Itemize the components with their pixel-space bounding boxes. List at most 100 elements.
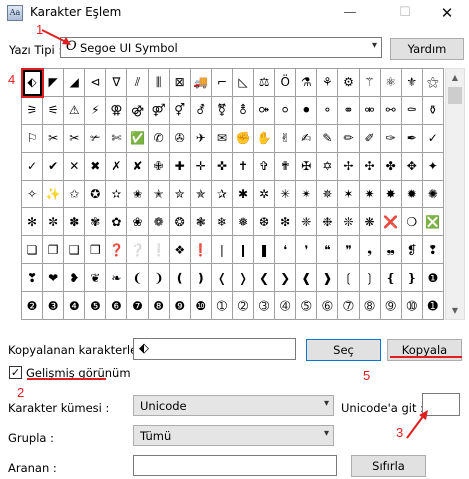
character-cell[interactable]: ✎ [317,124,339,153]
character-cell[interactable]: ✢ [338,152,360,181]
character-cell[interactable]: ◢ [64,69,86,97]
copy-characters-input[interactable]: ⬖ [133,338,296,360]
character-cell[interactable]: ✰ [211,180,233,209]
character-cell[interactable]: ⚭ [338,96,360,125]
character-cell[interactable]: ⚛ [380,69,402,97]
character-cell[interactable]: ❅ [232,208,255,237]
character-cell[interactable]: ❔ [127,236,149,265]
close-button[interactable]: ✕ [424,0,469,26]
character-cell[interactable]: ⚨ [232,96,255,125]
character-cell[interactable]: ⚜ [401,69,423,97]
character-cell[interactable]: ❷ [22,292,44,321]
character-cell[interactable]: ✍ [296,124,318,153]
character-cell[interactable]: ❎ [422,208,444,237]
character-cell[interactable]: ➃ [275,292,297,321]
character-cell[interactable]: ❺ [85,292,107,321]
character-cell[interactable]: ❤ [43,264,65,293]
character-cell[interactable]: ❽ [148,292,170,321]
character-cell[interactable]: ✚ [169,152,191,181]
character-cell[interactable]: ⚐ [22,124,44,153]
character-cell[interactable]: ❨ [127,264,149,293]
character-cell[interactable]: ✘ [127,152,149,181]
character-cell[interactable]: ➀ [211,292,233,321]
charset-select[interactable]: Unicode ▾ [133,395,334,416]
character-cell[interactable]: ❘ [211,236,233,265]
character-cell[interactable]: ✭ [148,180,170,209]
character-cell[interactable]: ⫼ [148,69,170,97]
character-cell[interactable]: ⚖ [254,69,276,97]
character-cell[interactable]: ∇ [106,69,128,97]
character-cell[interactable]: ⚤ [148,96,170,125]
character-cell[interactable]: ➈ [380,292,402,321]
help-button[interactable]: Yardım [390,38,464,60]
character-cell[interactable]: ➊ [422,292,444,321]
grid-scrollbar[interactable]: ▲ ▼ [445,68,465,320]
character-cell[interactable]: ⚝ [422,69,444,97]
character-cell[interactable]: ⚩ [254,96,276,125]
character-cell[interactable]: ✖ [85,152,107,181]
character-cell[interactable]: ✏ [338,124,360,153]
character-cell[interactable]: ⫽ [127,69,149,97]
character-cell[interactable]: ❒ [85,236,107,265]
character-cell[interactable]: ❿ [190,292,212,321]
character-cell[interactable]: ❦ [85,264,107,293]
character-cell[interactable]: ⚡ [85,96,107,125]
character-cell[interactable]: ✓ [422,124,444,153]
character-cell[interactable]: ✟ [275,152,297,181]
chevron-down-icon[interactable]: ▾ [324,398,329,409]
character-cell[interactable]: ❹ [64,292,86,321]
character-cell[interactable]: ❴ [380,264,402,293]
character-cell[interactable]: ⚮ [359,96,381,125]
character-cell[interactable]: ✑ [380,124,402,153]
character-cell[interactable]: ❛ [275,236,297,265]
character-cell[interactable]: ❶ [422,264,444,293]
character-cell[interactable]: ❓ [106,236,128,265]
character-cell[interactable]: ✡ [317,152,339,181]
character-cell[interactable]: ❸ [43,292,65,321]
character-cell[interactable]: ❊ [338,208,360,237]
character-cell[interactable]: ✈ [190,124,212,153]
character-cell[interactable]: ✾ [85,208,107,237]
search-input[interactable] [133,455,337,476]
character-cell[interactable]: ✤ [380,152,402,181]
character-cell[interactable]: ⚫ [296,96,318,125]
font-select[interactable]: O Segoe UI Symbol ▾ [60,37,382,58]
character-cell[interactable]: ❮ [254,264,276,293]
character-cell[interactable]: ✄ [106,124,128,153]
character-cell[interactable]: ❗ [190,236,212,265]
character-cell[interactable]: ❯ [275,264,297,293]
character-cell[interactable]: ➂ [254,292,276,321]
character-cell[interactable]: ⊠ [169,69,191,97]
character-cell[interactable]: ⚞ [22,96,44,125]
character-cell[interactable]: ✨ [43,180,65,209]
character-cell[interactable]: ❖ [169,236,191,265]
character-cell[interactable]: ✓ [22,152,44,181]
character-cell[interactable]: ✣ [359,152,381,181]
character-cell[interactable]: ❞ [338,236,360,265]
character-cell[interactable]: ❾ [169,292,191,321]
character-cell[interactable]: ✜ [211,152,233,181]
character-cell[interactable]: ⚗ [296,69,318,97]
character-cell[interactable]: ✔ [43,152,65,181]
character-cell[interactable]: ❡ [401,236,423,265]
character-cell[interactable]: ✽ [64,208,86,237]
character-cell[interactable]: ✊ [232,124,255,153]
character-cell[interactable]: ➁ [232,292,255,321]
reset-search-button[interactable]: Sıfırla [351,455,426,477]
character-cell[interactable]: ✩ [64,180,86,209]
character-cell[interactable]: ✂ [43,124,65,153]
character-cell[interactable]: ❱ [317,264,339,293]
character-cell[interactable]: ✫ [106,180,128,209]
character-cell[interactable]: ❩ [148,264,170,293]
character-grid[interactable]: ⬖ ◤ ◢ ⊲ ∇ ⫽ ⫼ ⊠ 🚚 ⌐ ◺ ⚖ Ö ⚗ ⚘ ⚙ ⚚ ⚛ ⚜ ⚝ ⚞ ⚟ ⚠ ⚡ ⚢ ⚣ ⚤ ⚥ ⚦ ⚧ ⚨ ⚩ ⚪ ⚫ ⚬ ⚭ ⚮ ⚯ ⚰ ⚱… [21,68,444,321]
character-cell[interactable]: ⚢ [106,96,128,125]
character-cell[interactable]: ❥ [64,264,86,293]
character-cell[interactable]: ⊲ [85,69,107,97]
character-cell[interactable]: ❬ [211,264,233,293]
chevron-down-icon[interactable]: ▾ [372,40,377,51]
character-cell[interactable]: ✱ [232,180,255,209]
character-cell[interactable]: ❪ [169,264,191,293]
character-cell[interactable]: ❀ [127,208,149,237]
character-cell[interactable]: ✅ [127,124,149,153]
character-cell[interactable]: ❰ [296,264,318,293]
